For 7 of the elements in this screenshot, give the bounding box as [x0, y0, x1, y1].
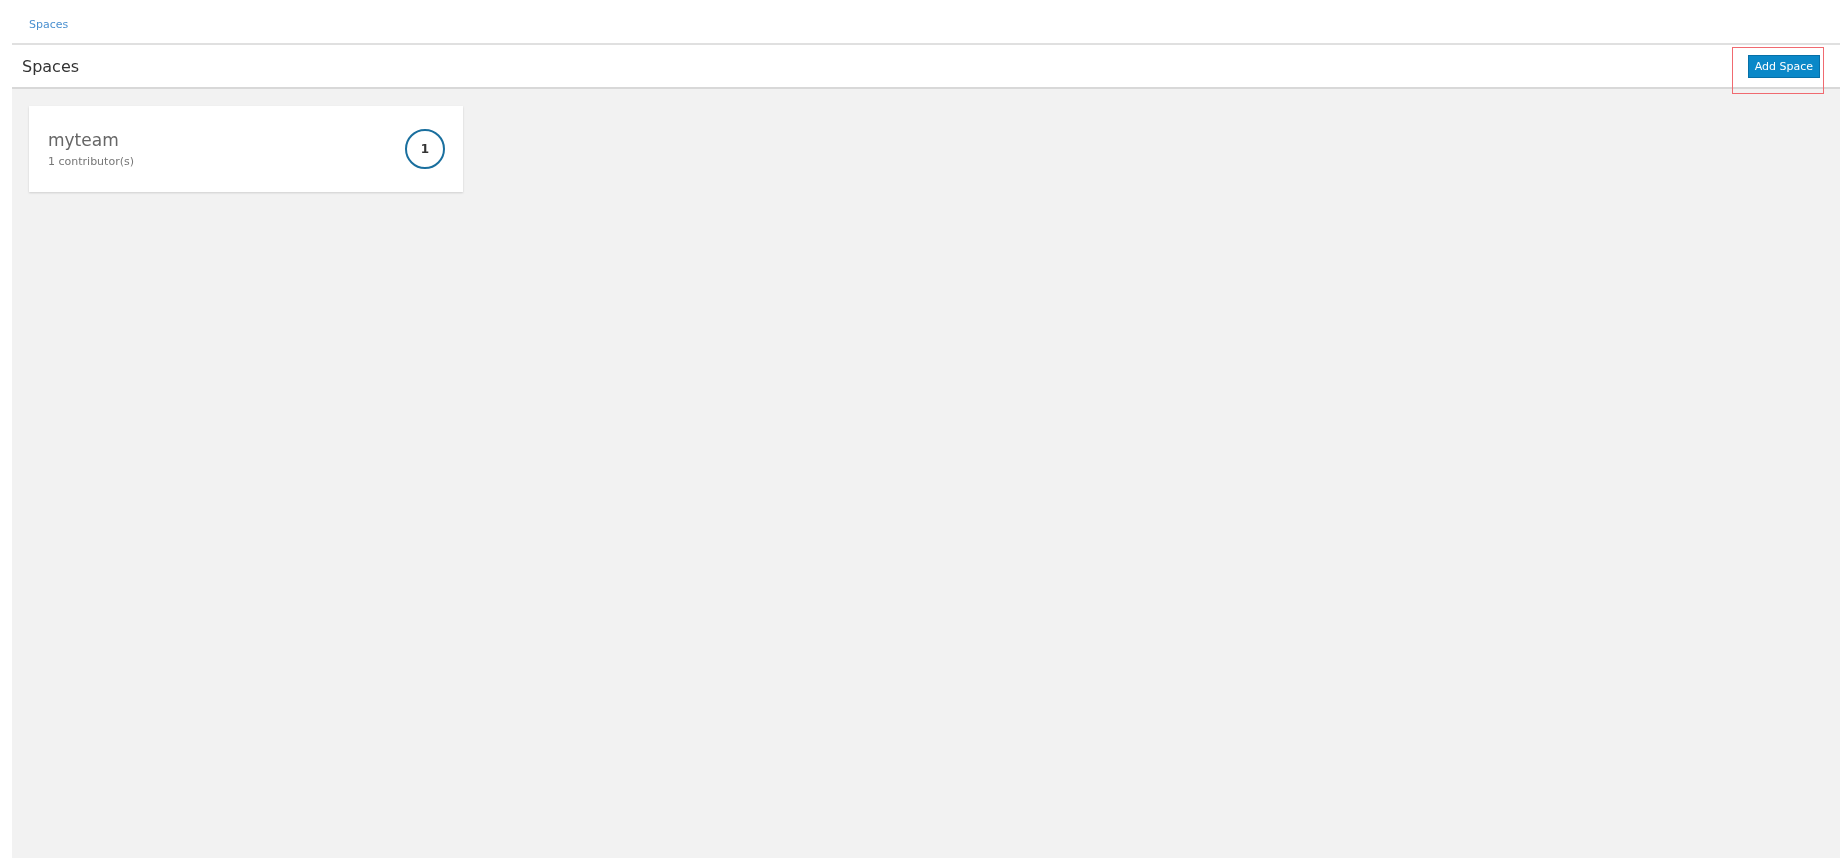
page-title: Spaces — [22, 56, 80, 76]
count-badge: 1 — [405, 129, 445, 169]
contributor-count: 1 contributor(s) — [48, 155, 134, 168]
space-name: myteam — [48, 130, 120, 150]
breadcrumb-link[interactable]: Spaces — [29, 18, 69, 31]
space-card[interactable]: myteam 1 contributor(s) 1 — [29, 106, 463, 192]
add-space-button[interactable]: Add Space — [1747, 54, 1820, 78]
